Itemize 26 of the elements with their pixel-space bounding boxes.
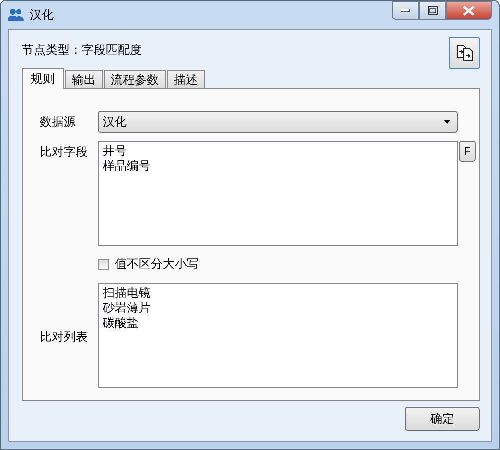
tab[interactable]: 规则: [22, 68, 64, 89]
field-button[interactable]: F: [459, 141, 476, 162]
case-checkbox[interactable]: [98, 259, 109, 270]
close-button[interactable]: [446, 1, 492, 20]
dropdown-arrow-icon: [444, 120, 451, 124]
node-type-label: 节点类型：字段匹配度: [22, 42, 142, 59]
tab[interactable]: 输出: [65, 70, 103, 88]
data-source-dropdown[interactable]: 汉化: [98, 111, 458, 133]
window-title: 汉化: [30, 6, 55, 24]
copy-button[interactable]: [449, 37, 480, 69]
close-icon: [463, 6, 475, 16]
data-source-label: 数据源: [40, 114, 77, 131]
users-icon: [8, 8, 24, 22]
minimize-icon: [401, 9, 410, 12]
maximize-button[interactable]: [419, 1, 446, 20]
minimize-button[interactable]: [392, 1, 419, 20]
compare-fields-field[interactable]: 井号 样品编号: [98, 141, 458, 246]
ok-button[interactable]: 确定: [405, 407, 480, 431]
maximize-icon: [428, 6, 438, 15]
compare-list-label: 比对列表: [40, 328, 89, 346]
copy-documents-icon: [456, 44, 474, 62]
case-checkbox-label: 值不区分大小写: [115, 256, 199, 273]
tab[interactable]: 流程参数: [104, 70, 166, 88]
compare-fields-label: 比对字段: [40, 144, 89, 161]
compare-list-field[interactable]: 扫描电镜 砂岩薄片 碳酸盐: [98, 283, 458, 388]
tab[interactable]: 描述: [167, 70, 205, 88]
